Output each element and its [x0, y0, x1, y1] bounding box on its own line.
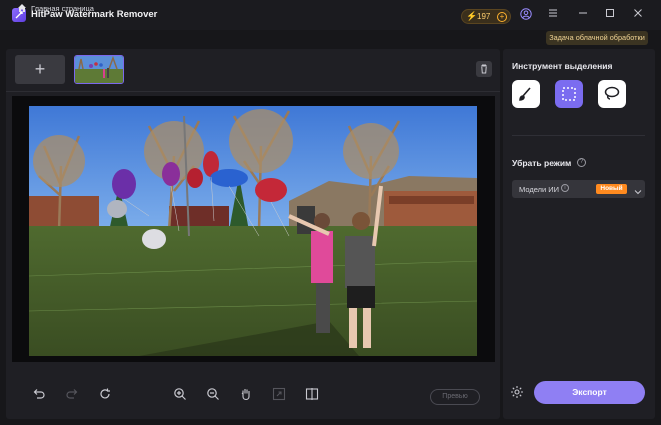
fit-screen-icon[interactable] [272, 387, 286, 401]
zoom-out-icon[interactable] [206, 387, 220, 401]
cloud-task-button[interactable]: Задача облачной обработки [546, 31, 648, 45]
credits-count: 197 [477, 12, 491, 21]
home-link[interactable]: Главная страница [31, 4, 94, 13]
home-icon[interactable] [17, 3, 27, 16]
selection-tool-title: Инструмент выделения [512, 61, 613, 71]
rectangle-select-icon [562, 87, 576, 101]
remove-mode-title: Убрать режим [512, 158, 572, 168]
reset-icon[interactable] [98, 387, 112, 401]
redo-icon[interactable] [65, 387, 79, 401]
chevron-down-icon[interactable] [634, 186, 642, 198]
trash-icon [481, 64, 487, 74]
lasso-icon [604, 86, 620, 100]
credits-badge[interactable]: ⚡ 197 + [461, 9, 511, 24]
add-credits-icon[interactable]: + [497, 12, 507, 22]
panel-divider [512, 135, 645, 136]
rectangle-select-tool-button[interactable] [555, 80, 583, 108]
new-badge: Новый [596, 184, 627, 194]
mode-select-value: Модели ИИ [519, 185, 560, 194]
brush-tool-button[interactable] [512, 80, 540, 108]
hand-pan-icon[interactable] [239, 387, 253, 401]
video-thumbnail[interactable] [74, 55, 124, 84]
preview-button[interactable]: Превью [430, 389, 480, 405]
compare-icon[interactable] [305, 387, 319, 401]
lightning-icon: ⚡ [466, 11, 478, 21]
undo-icon[interactable] [32, 387, 46, 401]
close-icon[interactable] [631, 8, 645, 22]
help-icon[interactable]: ? [577, 158, 586, 167]
brush-icon [519, 87, 531, 101]
maximize-icon[interactable] [603, 8, 617, 22]
video-frame[interactable] [29, 106, 477, 356]
lasso-tool-button[interactable] [598, 80, 626, 108]
user-icon[interactable] [519, 8, 533, 22]
add-file-button[interactable]: + [15, 55, 65, 84]
zoom-in-icon[interactable] [173, 387, 187, 401]
menu-icon[interactable] [546, 8, 560, 22]
info-icon[interactable]: i [561, 184, 569, 192]
minimize-icon[interactable] [576, 8, 590, 22]
gear-icon[interactable] [510, 385, 524, 399]
export-button[interactable]: Экспорт [534, 381, 645, 404]
bottom-toolbar [6, 370, 500, 419]
delete-button[interactable] [476, 61, 492, 77]
